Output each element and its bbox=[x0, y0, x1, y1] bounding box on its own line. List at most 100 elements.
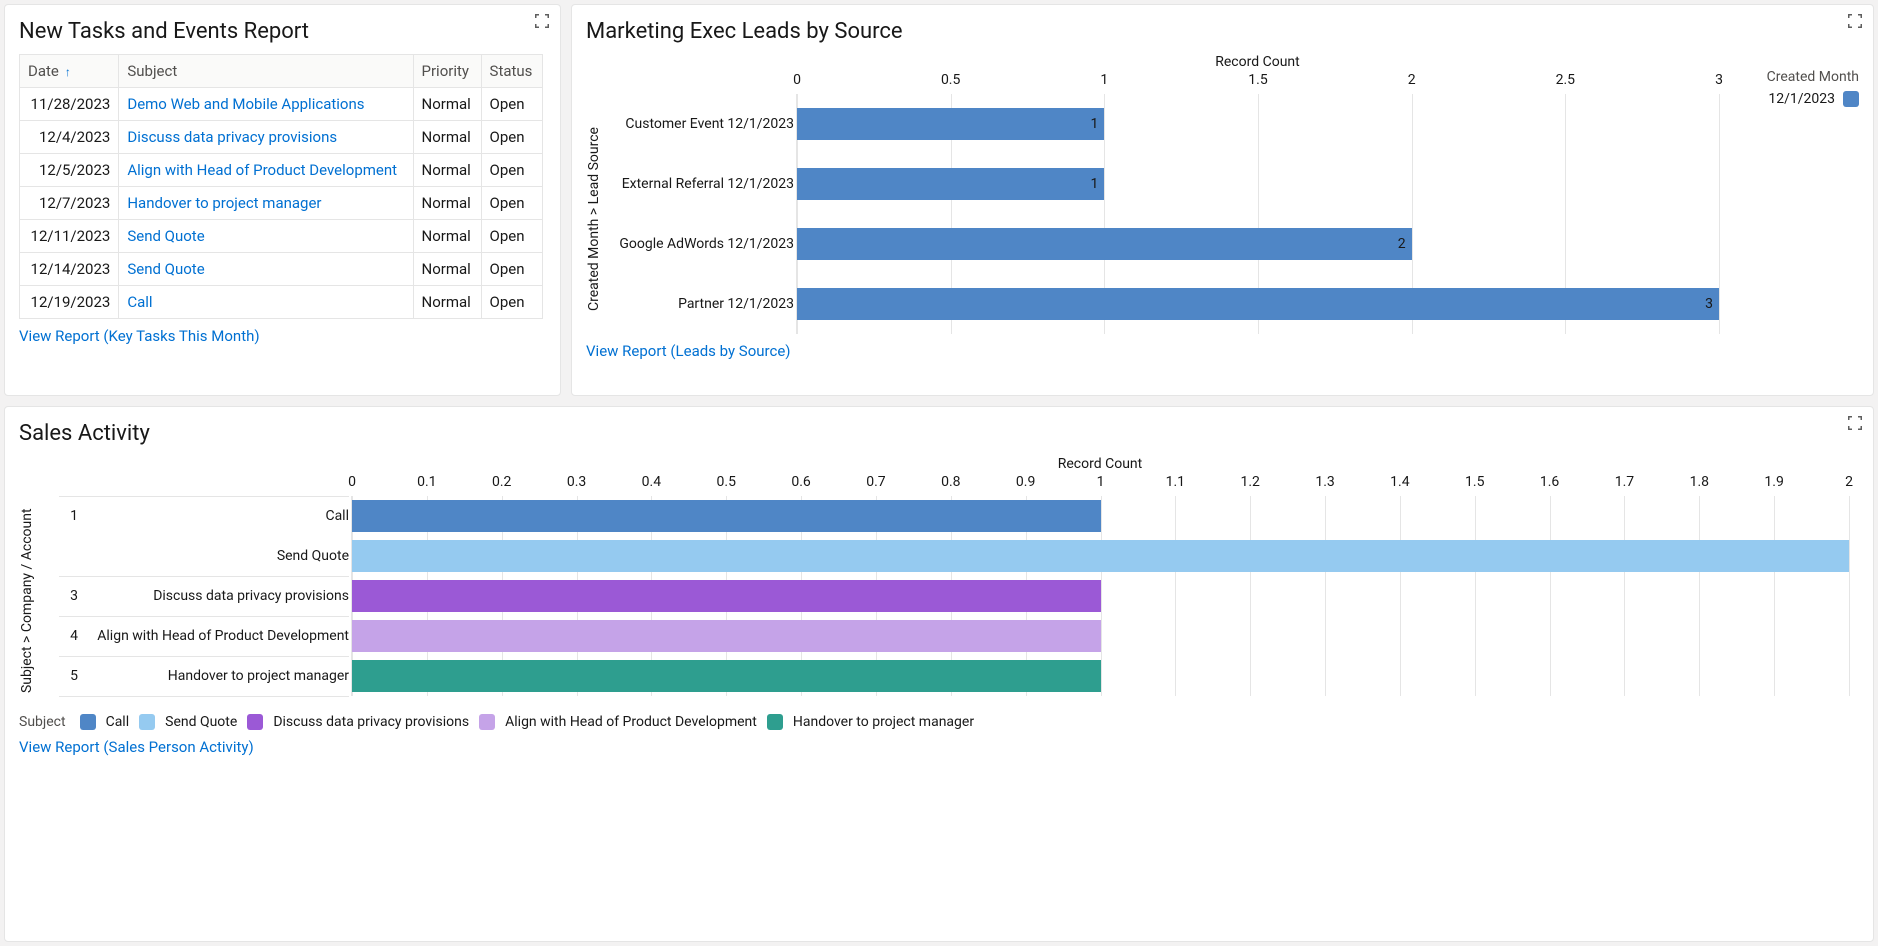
x-tick: 2 bbox=[1845, 474, 1853, 490]
x-axis-title: Record Count bbox=[351, 456, 1849, 472]
cell-subject: Send Quote bbox=[119, 220, 413, 253]
x-tick: 0.6 bbox=[791, 474, 810, 490]
task-link[interactable]: Call bbox=[127, 293, 152, 311]
cell-subject: Discuss data privacy provisions bbox=[119, 121, 413, 154]
panel-title: New Tasks and Events Report bbox=[19, 19, 546, 44]
cell-date: 12/7/2023 bbox=[20, 187, 119, 220]
table-row: 12/19/2023 Call NormalOpen bbox=[20, 286, 543, 319]
table-row: 12/5/2023Align with Head of Product Deve… bbox=[20, 154, 543, 187]
cell-date: 11/28/2023 bbox=[20, 88, 119, 121]
table-row: 12/4/2023 Discuss data privacy provisions… bbox=[20, 121, 543, 154]
x-tick: 0.5 bbox=[717, 474, 736, 490]
col-date-label: Date bbox=[28, 62, 59, 80]
legend-swatch bbox=[80, 714, 96, 730]
y-tick-month: 12/1/2023 bbox=[727, 176, 794, 192]
cell-priority: Normal bbox=[413, 286, 481, 319]
bar[interactable] bbox=[352, 660, 1101, 692]
cell-priority: Normal bbox=[413, 88, 481, 121]
task-link[interactable]: Demo Web and Mobile Applications bbox=[127, 95, 364, 113]
x-tick: 1.7 bbox=[1615, 474, 1634, 490]
legend-swatch bbox=[479, 714, 495, 730]
cell-date: 12/4/2023 bbox=[20, 121, 119, 154]
bar[interactable]: 1 bbox=[797, 108, 1104, 140]
cell-status: Open bbox=[481, 286, 542, 319]
panel-title: Sales Activity bbox=[19, 421, 1859, 446]
cell-status: Open bbox=[481, 253, 542, 286]
x-tick: 0.9 bbox=[1016, 474, 1035, 490]
expand-icon[interactable] bbox=[1847, 13, 1863, 33]
y-tick-subject: Call bbox=[325, 508, 349, 524]
cell-status: Open bbox=[481, 121, 542, 154]
x-tick: 0 bbox=[348, 474, 356, 490]
group-label: 1 bbox=[59, 508, 89, 524]
bar[interactable]: 2 bbox=[797, 228, 1412, 260]
cell-subject: Call bbox=[119, 286, 413, 319]
cell-priority: Normal bbox=[413, 154, 481, 187]
x-tick: 1.5 bbox=[1465, 474, 1484, 490]
x-tick: 1.4 bbox=[1390, 474, 1409, 490]
y-tick-month: 12/1/2023 bbox=[727, 236, 794, 252]
col-subject[interactable]: Subject bbox=[119, 55, 413, 88]
panel-leads: Marketing Exec Leads by Source Created M… bbox=[571, 4, 1874, 396]
legend-title: Subject bbox=[19, 714, 66, 730]
panel-tasks: New Tasks and Events Report Date↑ Subjec… bbox=[4, 4, 561, 396]
x-tick: 0.8 bbox=[941, 474, 960, 490]
x-tick: 1 bbox=[1100, 72, 1108, 88]
bar-value: 1 bbox=[1090, 116, 1098, 132]
bar[interactable] bbox=[352, 580, 1101, 612]
x-tick: 0.1 bbox=[417, 474, 436, 490]
cell-priority: Normal bbox=[413, 253, 481, 286]
expand-icon[interactable] bbox=[1847, 415, 1863, 435]
task-link[interactable]: Handover to project manager bbox=[127, 194, 321, 212]
table-row: 12/7/2023 Handover to project manager Norm… bbox=[20, 187, 543, 220]
cell-date: 12/19/2023 bbox=[20, 286, 119, 319]
legend-swatch bbox=[139, 714, 155, 730]
sales-legend: Subject CallSend QuoteDiscuss data priva… bbox=[19, 714, 1859, 730]
cell-date: 12/14/2023 bbox=[20, 253, 119, 286]
cell-priority: Normal bbox=[413, 187, 481, 220]
x-tick: 1.1 bbox=[1166, 474, 1185, 490]
legend-item-label: Discuss data privacy provisions bbox=[273, 714, 469, 730]
table-row: 12/11/2023Send QuoteNormalOpen bbox=[20, 220, 543, 253]
bar[interactable]: 1 bbox=[797, 168, 1104, 200]
y-axis-title: Created Month > Lead Source bbox=[586, 114, 602, 324]
y-tick-month: 12/1/2023 bbox=[727, 296, 794, 312]
x-tick: 1.5 bbox=[1248, 72, 1267, 88]
y-tick-subject: Discuss data privacy provisions bbox=[153, 588, 349, 604]
y-tick-source: Partner bbox=[678, 296, 724, 312]
bar-value: 3 bbox=[1705, 296, 1713, 312]
legend-swatch bbox=[247, 714, 263, 730]
col-date[interactable]: Date↑ bbox=[20, 55, 119, 88]
bar[interactable] bbox=[352, 540, 1849, 572]
cell-subject: Demo Web and Mobile Applications bbox=[119, 88, 413, 121]
legend-item-label: Handover to project manager bbox=[793, 714, 974, 730]
task-link[interactable]: Discuss data privacy provisions bbox=[127, 128, 337, 146]
x-tick: 0 bbox=[793, 72, 801, 88]
col-status[interactable]: Status bbox=[481, 55, 542, 88]
tasks-table: Date↑ Subject Priority Status 11/28/2023… bbox=[19, 54, 543, 319]
y-tick-subject: Send Quote bbox=[277, 548, 349, 564]
cell-subject: Handover to project manager bbox=[119, 187, 413, 220]
view-report-leads[interactable]: View Report (Leads by Source) bbox=[586, 342, 791, 360]
y-tick-source: Google AdWords bbox=[619, 236, 724, 252]
x-tick: 0.5 bbox=[941, 72, 960, 88]
task-link[interactable]: Send Quote bbox=[127, 227, 204, 245]
bar[interactable] bbox=[352, 500, 1101, 532]
task-link[interactable]: Send Quote bbox=[127, 260, 204, 278]
x-tick: 1 bbox=[1097, 474, 1105, 490]
bar[interactable] bbox=[352, 620, 1101, 652]
view-report-sales[interactable]: View Report (Sales Person Activity) bbox=[19, 738, 254, 756]
col-priority[interactable]: Priority bbox=[413, 55, 481, 88]
x-tick: 3 bbox=[1715, 72, 1723, 88]
bar[interactable]: 3 bbox=[797, 288, 1719, 320]
view-report-tasks[interactable]: View Report (Key Tasks This Month) bbox=[19, 327, 260, 345]
cell-status: Open bbox=[481, 88, 542, 121]
panel-sales: Sales Activity Subject > Company / Accou… bbox=[4, 406, 1874, 942]
cell-status: Open bbox=[481, 187, 542, 220]
bar-value: 2 bbox=[1398, 236, 1406, 252]
x-tick: 1.8 bbox=[1690, 474, 1709, 490]
task-link[interactable]: Align with Head of Product Development bbox=[127, 161, 397, 179]
x-tick: 1.6 bbox=[1540, 474, 1559, 490]
expand-icon[interactable] bbox=[534, 13, 550, 33]
y-tick-subject: Handover to project manager bbox=[168, 668, 349, 684]
